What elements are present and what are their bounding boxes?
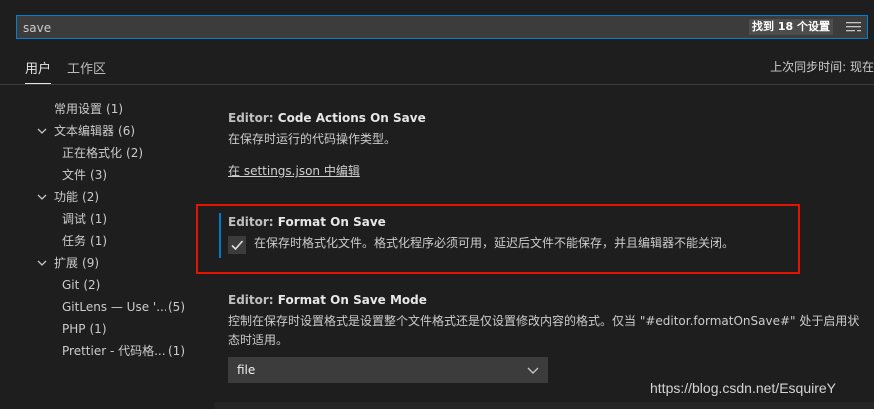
setting-description: 在保存时运行的代码操作类型。 bbox=[228, 132, 397, 146]
toc-label: Prettier - 代码格... bbox=[62, 344, 166, 358]
toc-count: (2) bbox=[126, 146, 144, 160]
setting-format-on-save: Editor: Format On Save bbox=[228, 215, 386, 229]
toc-item-text-editor[interactable]: 文本编辑器 (6) bbox=[54, 120, 135, 142]
toc-count: (9) bbox=[82, 256, 100, 270]
setting-category: Editor: bbox=[228, 215, 278, 229]
toc-label: GitLens — Use '... bbox=[62, 300, 166, 314]
format-on-save-checkbox[interactable] bbox=[228, 236, 246, 254]
toc-count: (1) bbox=[90, 234, 108, 248]
toc-item-gitlens[interactable]: GitLens — Use '...(5) bbox=[62, 296, 186, 318]
focused-setting-indicator bbox=[219, 213, 221, 258]
toc-item-prettier[interactable]: Prettier - 代码格... (1) bbox=[62, 340, 186, 362]
toc-label: 文本编辑器 bbox=[54, 124, 115, 138]
setting-format-on-save-mode: Editor: Format On Save Mode 控制在保存时设置格式是设… bbox=[228, 293, 860, 350]
setting-title: Editor: Format On Save bbox=[228, 215, 386, 229]
setting-name: Code Actions On Save bbox=[277, 111, 426, 125]
toc-item-files[interactable]: 文件 (3) bbox=[62, 164, 107, 186]
edit-in-settings-json-link[interactable]: 在 settings.json 中编辑 bbox=[228, 162, 360, 179]
setting-title: Editor: Format On Save Mode bbox=[228, 293, 860, 307]
toc-item-formatting[interactable]: 正在格式化 (2) bbox=[62, 142, 143, 164]
next-setting-edge bbox=[214, 402, 874, 409]
toc-label: PHP bbox=[62, 322, 86, 336]
format-on-save-mode-select[interactable]: file bbox=[228, 357, 548, 383]
setting-description: 控制在保存时设置格式是设置整个文件格式还是仅设置修改内容的格式。仅当 "#edi… bbox=[228, 314, 860, 347]
setting-title: Editor: Code Actions On Save bbox=[228, 111, 426, 125]
search-result-count: 找到 18 个设置 bbox=[749, 19, 833, 35]
toc-item-extensions[interactable]: 扩展 (9) bbox=[54, 252, 99, 274]
toc-label: 调试 bbox=[62, 212, 87, 226]
search-input[interactable] bbox=[21, 18, 625, 38]
toc-count: (1) bbox=[89, 322, 107, 336]
toc-item-tasks[interactable]: 任务 (1) bbox=[62, 230, 107, 252]
toc-item-features[interactable]: 功能 (2) bbox=[54, 186, 99, 208]
toc-item-common[interactable]: 常用设置 (1) bbox=[54, 98, 123, 120]
watermark: https://blog.csdn.net/EsquireY bbox=[650, 380, 836, 396]
chevron-down-icon[interactable] bbox=[37, 126, 47, 136]
toc-label: 常用设置 bbox=[54, 102, 103, 116]
toc-count: (3) bbox=[90, 168, 108, 182]
check-icon bbox=[231, 240, 244, 251]
setting-category: Editor: bbox=[228, 293, 278, 307]
setting-name: Format On Save Mode bbox=[277, 293, 427, 307]
toc-count: (1) bbox=[90, 212, 108, 226]
toc-item-git[interactable]: Git (2) bbox=[62, 274, 100, 296]
toc-label: 任务 bbox=[62, 234, 87, 248]
toc-item-php[interactable]: PHP (1) bbox=[62, 318, 107, 340]
tab-workspace[interactable]: 工作区 bbox=[67, 58, 106, 77]
toc-label: 文件 bbox=[62, 168, 87, 182]
toc-count: (6) bbox=[118, 124, 136, 138]
setting-category: Editor: bbox=[228, 111, 278, 125]
header-divider bbox=[0, 84, 874, 85]
setting-code-actions-on-save: Editor: Code Actions On Save 在保存时运行的代码操作… bbox=[228, 111, 426, 149]
toc-label: Git bbox=[62, 278, 80, 292]
tab-user[interactable]: 用户 bbox=[25, 58, 52, 84]
select-value: file bbox=[237, 363, 256, 377]
setting-description: 在保存时格式化文件。格式化程序必须可用，延迟后文件不能保存，并且编辑器不能关闭。 bbox=[254, 236, 735, 250]
toc-item-debug[interactable]: 调试 (1) bbox=[62, 208, 107, 230]
sync-status: 上次同步时间: 现在 bbox=[770, 60, 874, 74]
chevron-down-icon[interactable] bbox=[37, 258, 47, 268]
toc-count: (2) bbox=[82, 190, 100, 204]
toc-label: 功能 bbox=[54, 190, 79, 204]
setting-name: Format On Save bbox=[277, 215, 386, 229]
toc-label: 扩展 bbox=[54, 256, 79, 270]
toc-count: (5) bbox=[168, 300, 185, 314]
toc-count: (1) bbox=[106, 102, 124, 116]
filter-icon[interactable] bbox=[846, 20, 861, 34]
toc-count: (2) bbox=[83, 278, 101, 292]
toc-count: (1) bbox=[168, 344, 185, 358]
toc-label: 正在格式化 bbox=[62, 146, 123, 160]
settings-search-box[interactable]: 找到 18 个设置 bbox=[16, 15, 868, 39]
chevron-down-icon[interactable] bbox=[37, 192, 47, 202]
chevron-down-icon bbox=[527, 367, 539, 374]
